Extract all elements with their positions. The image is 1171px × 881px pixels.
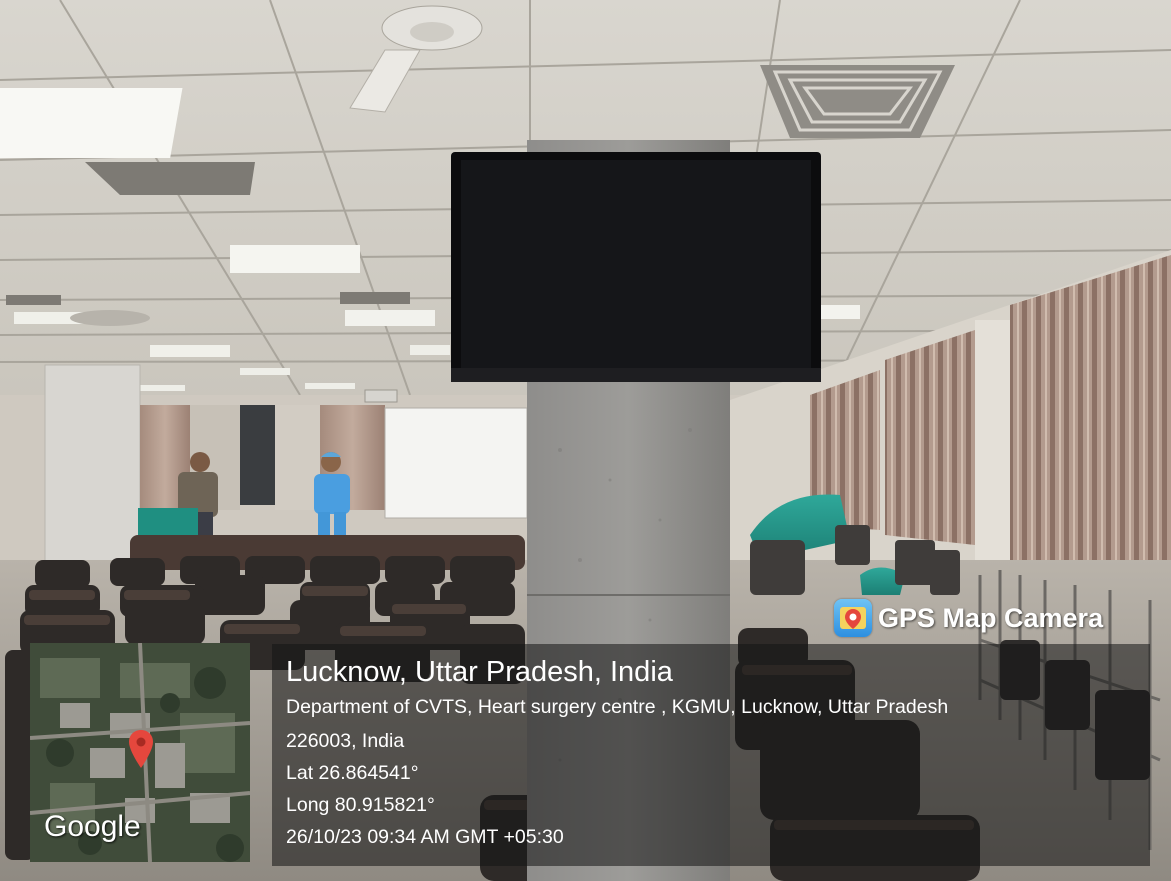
address-line-2: 226003, India xyxy=(286,730,405,752)
timestamp-readout: 26/10/23 09:34 AM GMT +05:30 xyxy=(286,826,564,848)
google-logo: Google xyxy=(44,810,141,843)
longitude-readout: Long 80.915821° xyxy=(286,794,435,816)
latitude-readout: Lat 26.864541° xyxy=(286,762,419,784)
map-location-pin-icon xyxy=(128,729,154,769)
satellite-map-thumbnail: Google xyxy=(30,643,250,862)
gps-map-camera-app-icon xyxy=(834,599,872,637)
gps-map-camera-label: GPS Map Camera xyxy=(878,602,1104,633)
address-line-1: Department of CVTS, Heart surgery centre… xyxy=(286,696,949,718)
location-title: Lucknow, Uttar Pradesh, India xyxy=(286,656,673,688)
gps-map-camera-badge: GPS Map Camera xyxy=(834,598,1103,638)
